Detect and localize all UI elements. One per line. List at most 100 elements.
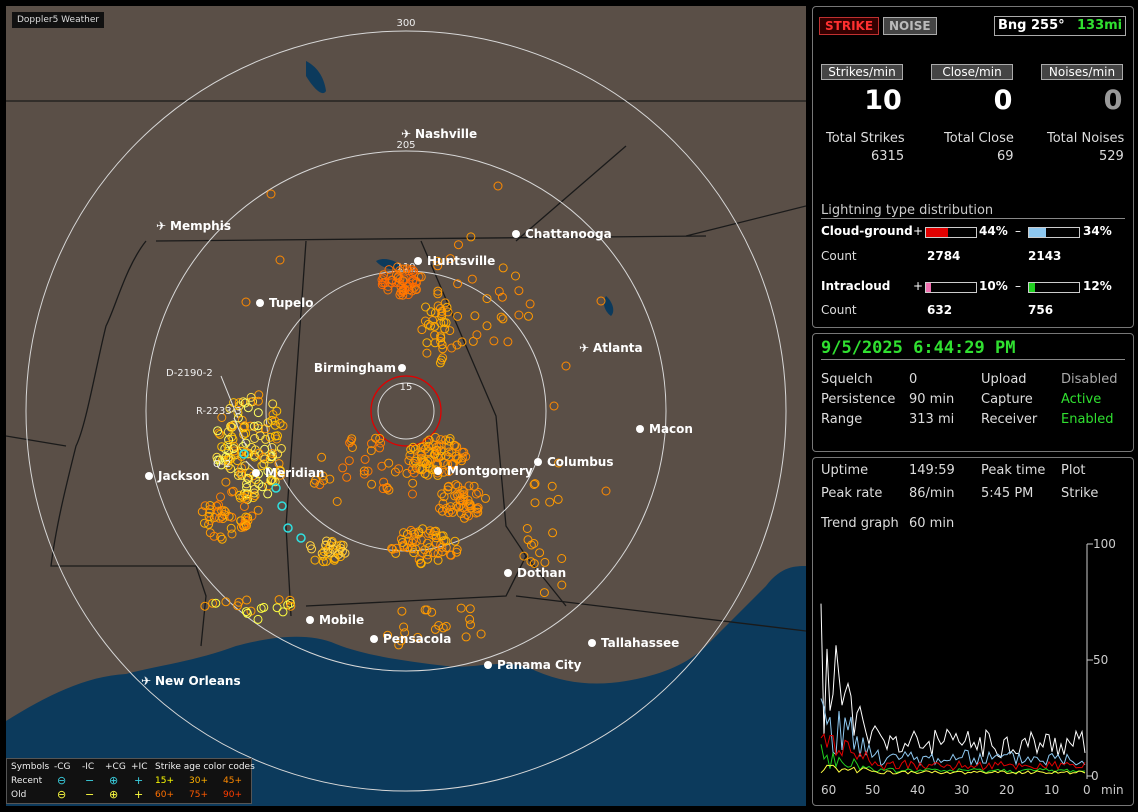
legend-recent-label: Recent xyxy=(11,776,43,786)
ic-neg-bar xyxy=(1028,282,1080,293)
status-panel: 9/5/2025 6:44:29 PM Squelch 0 Upload Disabl… xyxy=(812,333,1134,452)
distribution-title: Lightning type distribution xyxy=(821,203,994,218)
legend-old-label: Old xyxy=(11,790,27,800)
range-labels: 300 205 110 15 xyxy=(396,18,415,393)
cg-neg-count: 2143 xyxy=(1028,249,1062,263)
status-v1-2: 313 mi xyxy=(909,412,955,427)
ic-neg-count: 756 xyxy=(1028,303,1054,317)
status-k2-2: Receiver xyxy=(981,412,1038,427)
city-tupelo[interactable]: Tupelo xyxy=(256,296,314,310)
peak-time-label: Peak time xyxy=(981,463,1046,478)
city-label: Panama City xyxy=(497,658,582,672)
city-tallahassee[interactable]: Tallahassee xyxy=(588,636,679,650)
city-birmingham[interactable]: Birmingham xyxy=(314,361,406,375)
city-dot xyxy=(145,472,153,480)
city-macon[interactable]: Macon xyxy=(636,422,693,436)
city-label: Chattanooga xyxy=(525,227,612,241)
uptime-label: Uptime xyxy=(821,463,869,478)
noises-per-min-value: 0 xyxy=(1103,85,1123,116)
cg-count-label: Count xyxy=(821,249,857,263)
trend-x-10: 10 xyxy=(1044,783,1059,797)
neg-ic-recent-icon: − xyxy=(85,774,95,787)
storm-id-d2190: D-2190-2 xyxy=(166,368,213,379)
plot-value[interactable]: Strike xyxy=(1061,486,1098,501)
city-dot xyxy=(306,616,314,624)
city-label: Tallahassee xyxy=(601,636,679,650)
storm-id-r2233: R-2233-3 xyxy=(196,406,242,417)
datetime: 9/5/2025 6:44:29 PM xyxy=(821,338,1016,358)
city-mobile[interactable]: Mobile xyxy=(306,613,364,627)
status-v2-2: Enabled xyxy=(1061,412,1114,427)
age-recent-15: 15+ xyxy=(155,776,174,786)
city-dot xyxy=(588,639,596,647)
city-dot xyxy=(504,569,512,577)
city-dot xyxy=(256,299,264,307)
close-per-min-value: 0 xyxy=(993,85,1013,116)
airport-icon: ✈ xyxy=(141,674,151,688)
age-recent-30: 30+ xyxy=(189,776,208,786)
noise-mode-button[interactable]: NOISE xyxy=(883,17,937,35)
total-strikes-label: Total Strikes xyxy=(826,131,905,146)
age-old-75: 75+ xyxy=(189,790,208,800)
map-canvas[interactable]: 300 205 110 15 D-2190-2 R-2233-3 Q-2 ✈ Na… xyxy=(6,6,806,806)
bearing-box: Bng 255° 133mi xyxy=(994,16,1126,36)
city-dot xyxy=(484,661,492,669)
airport-icon: ✈ xyxy=(579,341,589,355)
city-atlanta[interactable]: ✈ Atlanta xyxy=(579,341,643,355)
trend-graph-value[interactable]: 60 min xyxy=(909,516,954,531)
city-montgomery[interactable]: Montgomery xyxy=(434,464,533,478)
cg-pos-sign: + xyxy=(913,224,924,238)
city-chattanooga[interactable]: Chattanooga xyxy=(512,227,612,241)
plot-label: Plot xyxy=(1061,463,1086,478)
total-noises-value: 529 xyxy=(1099,149,1124,164)
total-close-label: Total Close xyxy=(944,131,1014,146)
peak-rate-label: Peak rate xyxy=(821,486,883,501)
legend-header-pic: +IC xyxy=(131,762,148,772)
legend-header-ncg: -CG xyxy=(54,762,71,772)
city-label: Jackson xyxy=(157,469,210,483)
trend-x-50: 50 xyxy=(865,783,880,797)
status-v2-0: Disabled xyxy=(1061,372,1118,387)
trend-x-0: 0 xyxy=(1083,783,1091,797)
city-dothan[interactable]: Dothan xyxy=(504,566,566,580)
city-huntsville[interactable]: Huntsville xyxy=(414,254,495,268)
lake xyxy=(603,296,614,316)
trend-lines xyxy=(820,603,1086,775)
cg-neg-bar xyxy=(1028,227,1080,238)
lightning-map[interactable]: 300 205 110 15 D-2190-2 R-2233-3 Q-2 ✈ Na… xyxy=(6,6,806,806)
city-pensacola[interactable]: Pensacola xyxy=(370,632,451,646)
trend-graph: 100 50 0 60 50 40 30 20 10 0 min xyxy=(820,537,1124,797)
range-label-300: 300 xyxy=(396,18,415,29)
city-label: Nashville xyxy=(415,127,477,141)
cg-label: Cloud-ground xyxy=(821,224,913,238)
city-memphis[interactable]: ✈ Memphis xyxy=(156,219,231,233)
strike-stats-panel: STRIKE NOISE Bng 255° 133mi Strikes/min … xyxy=(812,6,1134,328)
city-label: Atlanta xyxy=(593,341,643,355)
legend-symbols-label: Symbols xyxy=(11,762,50,772)
city-columbus[interactable]: Columbus xyxy=(534,455,614,469)
peak-rate-value: 86/min xyxy=(909,486,955,501)
peak-time-value: 5:45 PM xyxy=(981,486,1034,501)
city-dot xyxy=(252,469,260,477)
city-panama-city[interactable]: Panama City xyxy=(484,658,582,672)
city-label: Huntsville xyxy=(427,254,495,268)
ic-count-label: Count xyxy=(821,303,857,317)
strike-mode-button[interactable]: STRIKE xyxy=(819,17,880,35)
bearing-value: Bng 255° xyxy=(998,18,1065,33)
status-k1-1: Persistence xyxy=(821,392,896,407)
trend-y-50: 50 xyxy=(1093,653,1108,667)
city-nashville[interactable]: ✈ Nashville xyxy=(401,127,477,141)
city-dot xyxy=(636,425,644,433)
airport-icon: ✈ xyxy=(156,219,166,233)
city-new-orleans[interactable]: ✈ New Orleans xyxy=(141,674,241,688)
trend-x-20: 20 xyxy=(999,783,1014,797)
trend-graph-label: Trend graph xyxy=(821,516,899,531)
status-k2-0: Upload xyxy=(981,372,1027,387)
total-close-value: 69 xyxy=(997,149,1014,164)
age-recent-45: 45+ xyxy=(223,776,242,786)
age-old-60: 60+ xyxy=(155,790,174,800)
legend-header-pcg: +CG xyxy=(105,762,126,772)
trend-y-100: 100 xyxy=(1093,537,1116,551)
cg-pos-count: 2784 xyxy=(927,249,961,263)
storm-id-q2: Q-2 xyxy=(213,459,231,470)
